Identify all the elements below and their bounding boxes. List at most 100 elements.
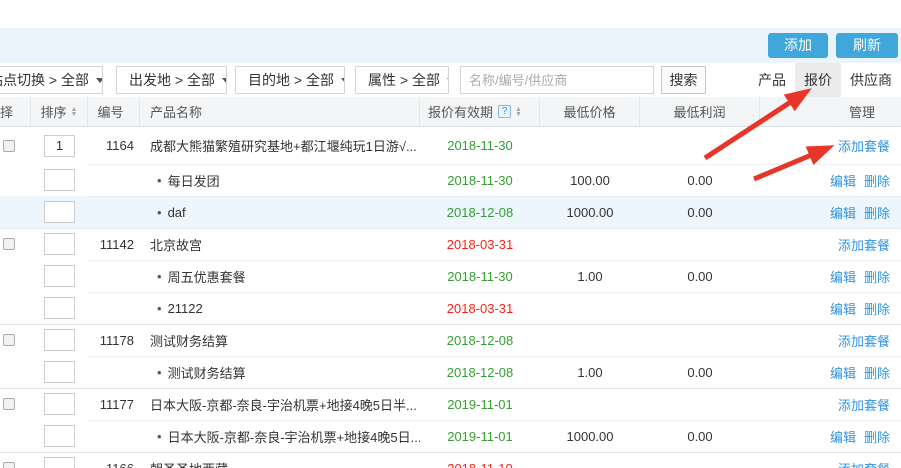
edit-link[interactable]: 编辑 [830, 203, 856, 222]
product-name: • 测试财务结算 [140, 324, 420, 356]
delete-link[interactable]: 删除 [864, 299, 890, 318]
product-name: • 日本大阪-京都-奈良-宇治机票+地接4晚5日半... [140, 388, 420, 420]
min-price-value [540, 324, 640, 356]
min-profit-value [640, 228, 760, 260]
sort-order-input[interactable] [44, 201, 75, 223]
manage-actions: 编辑删除 [760, 356, 901, 388]
quote-valid-date: 2018-03-31 [447, 301, 514, 316]
min-profit-value [640, 127, 760, 164]
sort-order-input[interactable] [44, 457, 75, 468]
min-profit-value: 0.00 [640, 260, 760, 292]
add-button[interactable]: 添加 [768, 33, 828, 58]
quote-valid-date: 2018-12-08 [447, 365, 514, 380]
product-name: • 日本大阪-京都-奈良-宇治机票+地接4晚5日... [140, 420, 420, 452]
delete-link[interactable]: 删除 [864, 427, 890, 446]
toolbar-panel [0, 28, 901, 63]
search-input[interactable] [460, 66, 654, 94]
manage-actions: 编辑删除 [760, 292, 901, 324]
manage-actions: 编辑删除 [760, 420, 901, 452]
filter-departure-dropdown[interactable]: 出发地 > 全部 [116, 66, 227, 94]
sort-order-input[interactable] [44, 425, 75, 447]
add-package-link[interactable]: 添加套餐 [838, 395, 890, 414]
table-row: • 测试财务结算 2018-12-08 1.00 0.00 编辑删除 [0, 356, 901, 388]
filter-attribute-label: 属性 > 全部 [368, 70, 440, 90]
add-package-link[interactable]: 添加套餐 [838, 459, 890, 468]
search-button[interactable]: 搜索 [661, 66, 706, 94]
edit-link[interactable]: 编辑 [830, 267, 856, 286]
min-price-value [540, 292, 640, 324]
tab-product[interactable]: 产品 [749, 63, 795, 97]
sort-order-input[interactable] [44, 265, 75, 287]
add-package-link[interactable]: 添加套餐 [838, 331, 890, 350]
table-header: 选择 排序 ▲▼ 编号 产品名称 报价有效期 ? ▲▼ 最低价格 最低利润 管理 [0, 97, 901, 127]
header-sort[interactable]: 排序 ▲▼ [31, 97, 88, 126]
quote-management-page: 添加 刷新 站点切换 > 全部 出发地 > 全部 目的地 > 全部 属性 > 全… [0, 0, 901, 468]
delete-link[interactable]: 删除 [864, 171, 890, 190]
chevron-down-icon [447, 78, 449, 83]
delete-link[interactable]: 删除 [864, 363, 890, 382]
product-code [88, 164, 140, 196]
table-row: 11142 • 北京故宫 2018-03-31 添加套餐 [0, 228, 901, 260]
row-checkbox[interactable] [3, 334, 15, 346]
sort-order-input[interactable] [44, 329, 75, 351]
table-row: • 日本大阪-京都-奈良-宇治机票+地接4晚5日... 2019-11-01 1… [0, 420, 901, 452]
filter-site-dropdown[interactable]: 站点切换 > 全部 [0, 66, 103, 94]
min-price-value [540, 388, 640, 420]
product-name-text: 成都大熊猫繁殖研究基地+都江堰纯玩1日游√... [150, 136, 417, 155]
tab-supplier[interactable]: 供应商 [841, 63, 901, 97]
chevron-down-icon [222, 78, 227, 83]
quote-valid-date: 2018-12-08 [447, 333, 514, 348]
row-checkbox[interactable] [3, 140, 15, 152]
sort-order-input[interactable] [44, 393, 75, 415]
row-checkbox[interactable] [3, 398, 15, 410]
table-body: 1164 • 成都大熊猫繁殖研究基地+都江堰纯玩1日游√... 2018-11-… [0, 127, 901, 468]
bullet-icon: • [157, 429, 162, 444]
chevron-down-icon [341, 78, 345, 83]
product-code [88, 196, 140, 228]
header-valid-date[interactable]: 报价有效期 ? ▲▼ [420, 97, 540, 126]
product-code [88, 260, 140, 292]
sort-order-input[interactable] [44, 297, 75, 319]
sort-order-input[interactable] [44, 135, 75, 157]
delete-link[interactable]: 删除 [864, 267, 890, 286]
quote-valid-date: 2018-12-08 [447, 205, 514, 220]
min-profit-value: 0.00 [640, 420, 760, 452]
row-checkbox[interactable] [3, 462, 15, 468]
product-code: 11177 [88, 388, 140, 420]
edit-link[interactable]: 编辑 [830, 171, 856, 190]
help-icon[interactable]: ? [498, 105, 511, 118]
manage-actions: 添加套餐 [760, 228, 901, 260]
min-price-value: 1000.00 [540, 420, 640, 452]
quote-valid-date: 2019-11-01 [447, 397, 513, 412]
filter-attribute-dropdown[interactable]: 属性 > 全部 [355, 66, 449, 94]
min-price-value: 1000.00 [540, 196, 640, 228]
edit-link[interactable]: 编辑 [830, 363, 856, 382]
edit-link[interactable]: 编辑 [830, 427, 856, 446]
tab-quote[interactable]: 报价 [795, 63, 841, 97]
product-code: 1166 [88, 452, 140, 468]
filter-destination-dropdown[interactable]: 目的地 > 全部 [235, 66, 345, 94]
product-name: • 21122 [140, 292, 420, 324]
delete-link[interactable]: 删除 [864, 203, 890, 222]
product-name-text: 21122 [168, 301, 203, 316]
bullet-icon: • [157, 301, 162, 316]
sort-arrows-icon[interactable]: ▲▼ [71, 107, 78, 117]
add-package-link[interactable]: 添加套餐 [838, 136, 890, 155]
refresh-button[interactable]: 刷新 [836, 33, 898, 58]
header-min-profit: 最低利润 [640, 97, 760, 126]
sort-arrows-icon[interactable]: ▲▼ [515, 107, 522, 117]
edit-link[interactable]: 编辑 [830, 299, 856, 318]
add-package-link[interactable]: 添加套餐 [838, 235, 890, 254]
product-name: • 测试财务结算 [140, 356, 420, 388]
sort-order-input[interactable] [44, 169, 75, 191]
min-profit-value: 0.00 [640, 164, 760, 196]
product-name: • 成都大熊猫繁殖研究基地+都江堰纯玩1日游√... [140, 127, 420, 164]
min-profit-value [640, 388, 760, 420]
row-checkbox[interactable] [3, 238, 15, 250]
bullet-icon: • [157, 365, 162, 380]
bullet-icon: • [157, 173, 162, 188]
product-code [88, 292, 140, 324]
sort-order-input[interactable] [44, 233, 75, 255]
sort-order-input[interactable] [44, 361, 75, 383]
manage-actions: 添加套餐 [760, 388, 901, 420]
